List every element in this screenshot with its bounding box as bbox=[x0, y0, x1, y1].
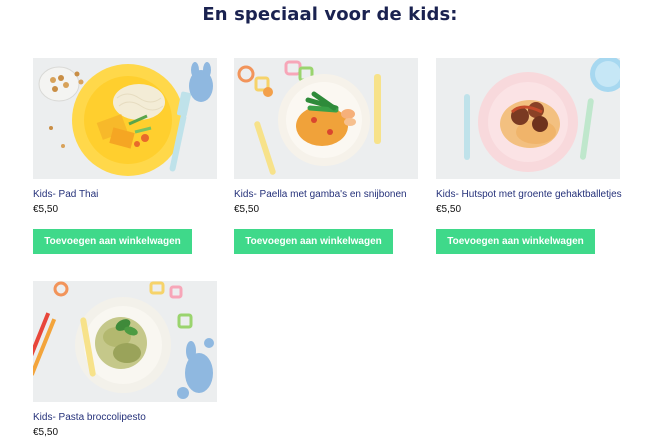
add-to-cart-button[interactable]: Toevoegen aan winkelwagen bbox=[33, 229, 192, 254]
add-to-cart-button[interactable]: Toevoegen aan winkelwagen bbox=[436, 229, 595, 254]
add-to-cart-button[interactable]: Toevoegen aan winkelwagen bbox=[234, 229, 393, 254]
product-name[interactable]: Kids- Hutspot met groente gehaktballetje… bbox=[436, 189, 622, 200]
product-card-paella: Kids- Paella met gamba's en snijbonen €5… bbox=[234, 58, 418, 254]
product-card-pad-thai: Kids- Pad Thai €5,50 Toevoegen aan winke… bbox=[33, 58, 217, 254]
product-name[interactable]: Kids- Pasta broccolipesto bbox=[33, 412, 217, 423]
product-price: €5,50 bbox=[234, 204, 260, 215]
product-card-pasta-broccolipesto: Kids- Pasta broccolipesto €5,50 bbox=[33, 281, 217, 438]
product-name[interactable]: Kids- Pad Thai bbox=[33, 189, 217, 200]
product-price: €5,50 bbox=[436, 204, 462, 215]
product-image-pasta-broccolipesto[interactable] bbox=[33, 281, 217, 402]
section-title: En speciaal voor de kids: bbox=[202, 4, 458, 25]
product-price: €5,50 bbox=[33, 204, 59, 215]
product-card-hutspot: Kids- Hutspot met groente gehaktballetje… bbox=[436, 58, 622, 254]
product-price: €5,50 bbox=[33, 427, 59, 438]
product-image-hutspot[interactable] bbox=[436, 58, 620, 179]
product-image-pad-thai[interactable] bbox=[33, 58, 217, 179]
product-name[interactable]: Kids- Paella met gamba's en snijbonen bbox=[234, 189, 418, 200]
product-image-paella[interactable] bbox=[234, 58, 418, 179]
